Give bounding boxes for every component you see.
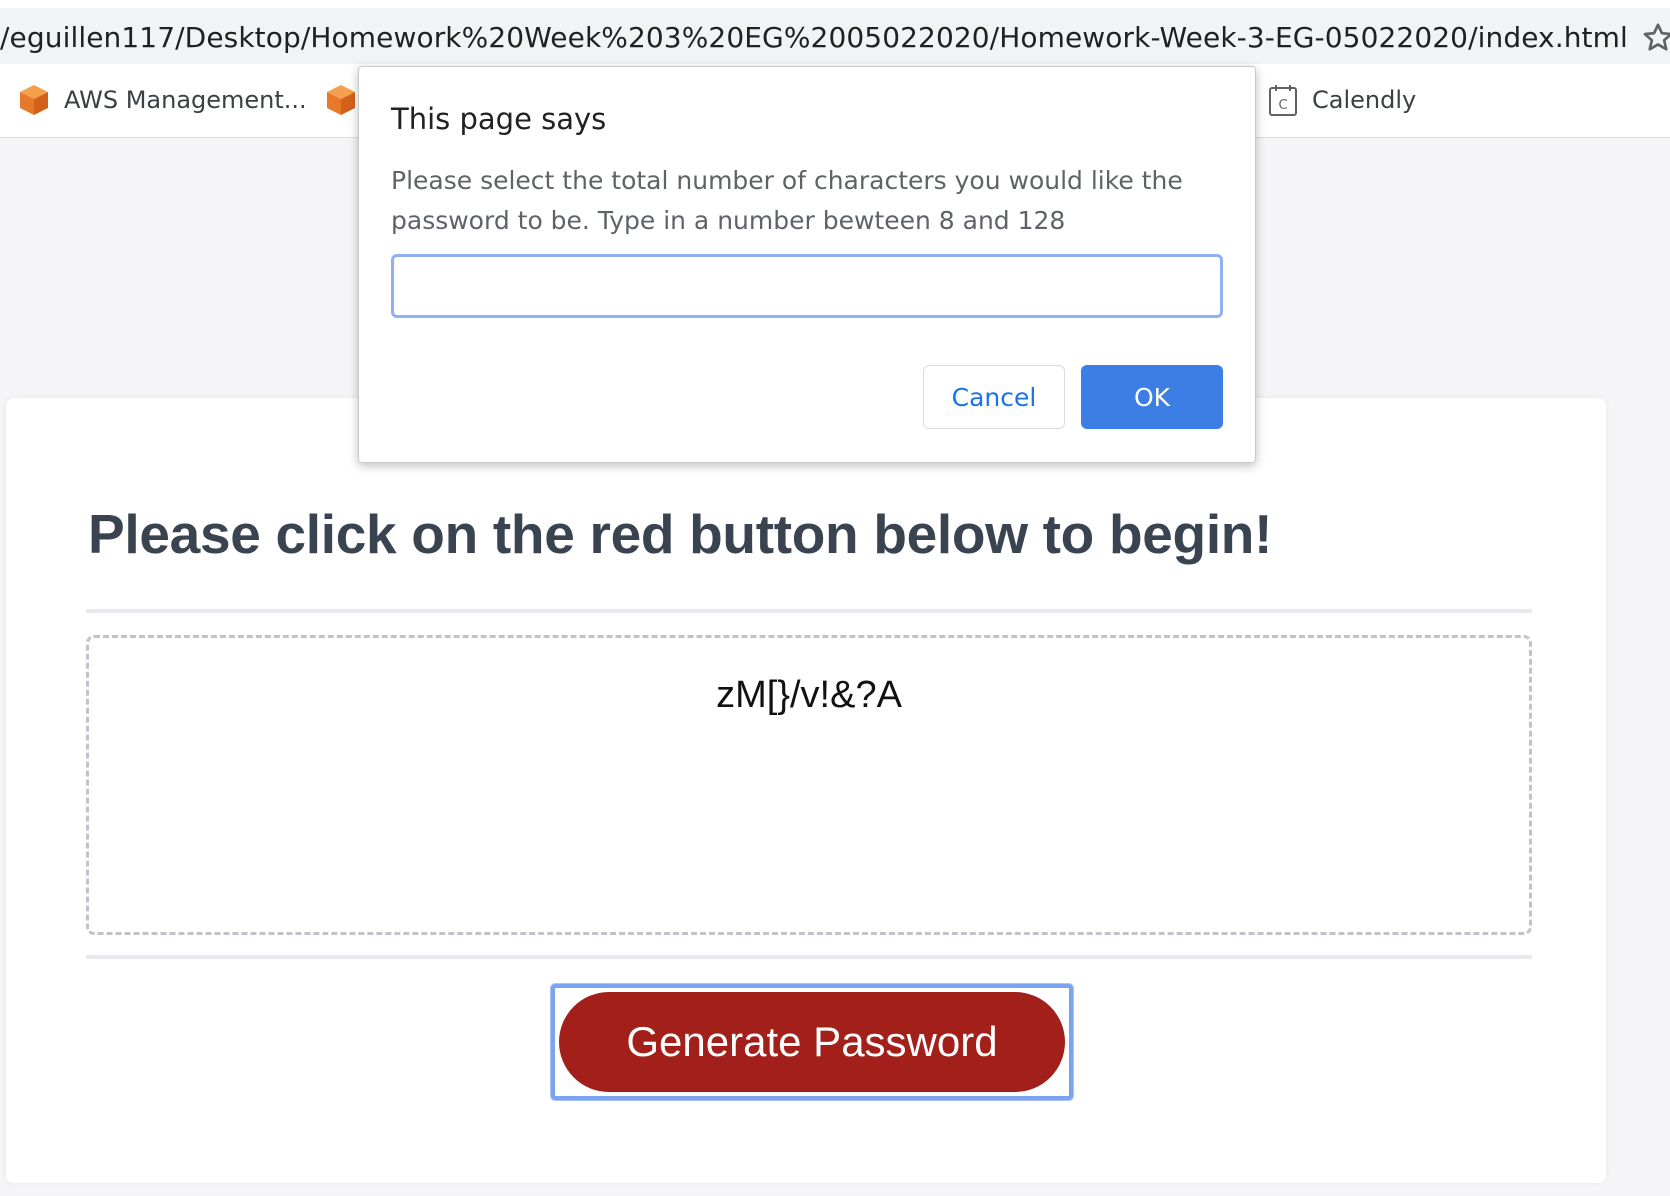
- bookmark-aws-2[interactable]: [325, 80, 357, 120]
- bookmark-label: AWS Management...: [64, 86, 307, 114]
- address-bar[interactable]: /eguillen117/Desktop/Homework%20Week%203…: [0, 8, 1670, 64]
- url-text[interactable]: /eguillen117/Desktop/Homework%20Week%203…: [0, 21, 1628, 54]
- divider: [86, 955, 1532, 959]
- password-card: Please click on the red button below to …: [6, 398, 1606, 1183]
- bookmark-calendly[interactable]: C Calendly: [1268, 80, 1416, 120]
- focus-ring: Generate Password: [551, 984, 1073, 1100]
- page-title: Please click on the red button below to …: [88, 503, 1273, 565]
- dialog-message: Please select the total number of charac…: [391, 166, 1183, 235]
- cancel-button[interactable]: Cancel: [923, 365, 1065, 429]
- calendar-icon: C: [1269, 85, 1297, 116]
- bookmark-star-icon[interactable]: [1640, 20, 1670, 56]
- aws-cube-icon: [327, 85, 355, 115]
- window-top-strip: [0, 0, 1670, 8]
- bookmark-label: Calendly: [1312, 86, 1417, 114]
- password-text[interactable]: zM[}/v!&?A: [89, 674, 1529, 717]
- password-output[interactable]: zM[}/v!&?A: [86, 635, 1532, 935]
- bookmark-aws-management[interactable]: AWS Management...: [18, 80, 307, 120]
- dialog-title: This page says: [391, 102, 607, 136]
- ok-button[interactable]: OK: [1081, 365, 1223, 429]
- character-count-input[interactable]: [391, 254, 1223, 318]
- aws-cube-icon: [20, 85, 48, 115]
- prompt-dialog: This page says Please select the total n…: [358, 66, 1256, 463]
- generate-password-button[interactable]: Generate Password: [559, 992, 1065, 1092]
- svg-text:C: C: [1278, 98, 1287, 113]
- divider: [86, 609, 1532, 613]
